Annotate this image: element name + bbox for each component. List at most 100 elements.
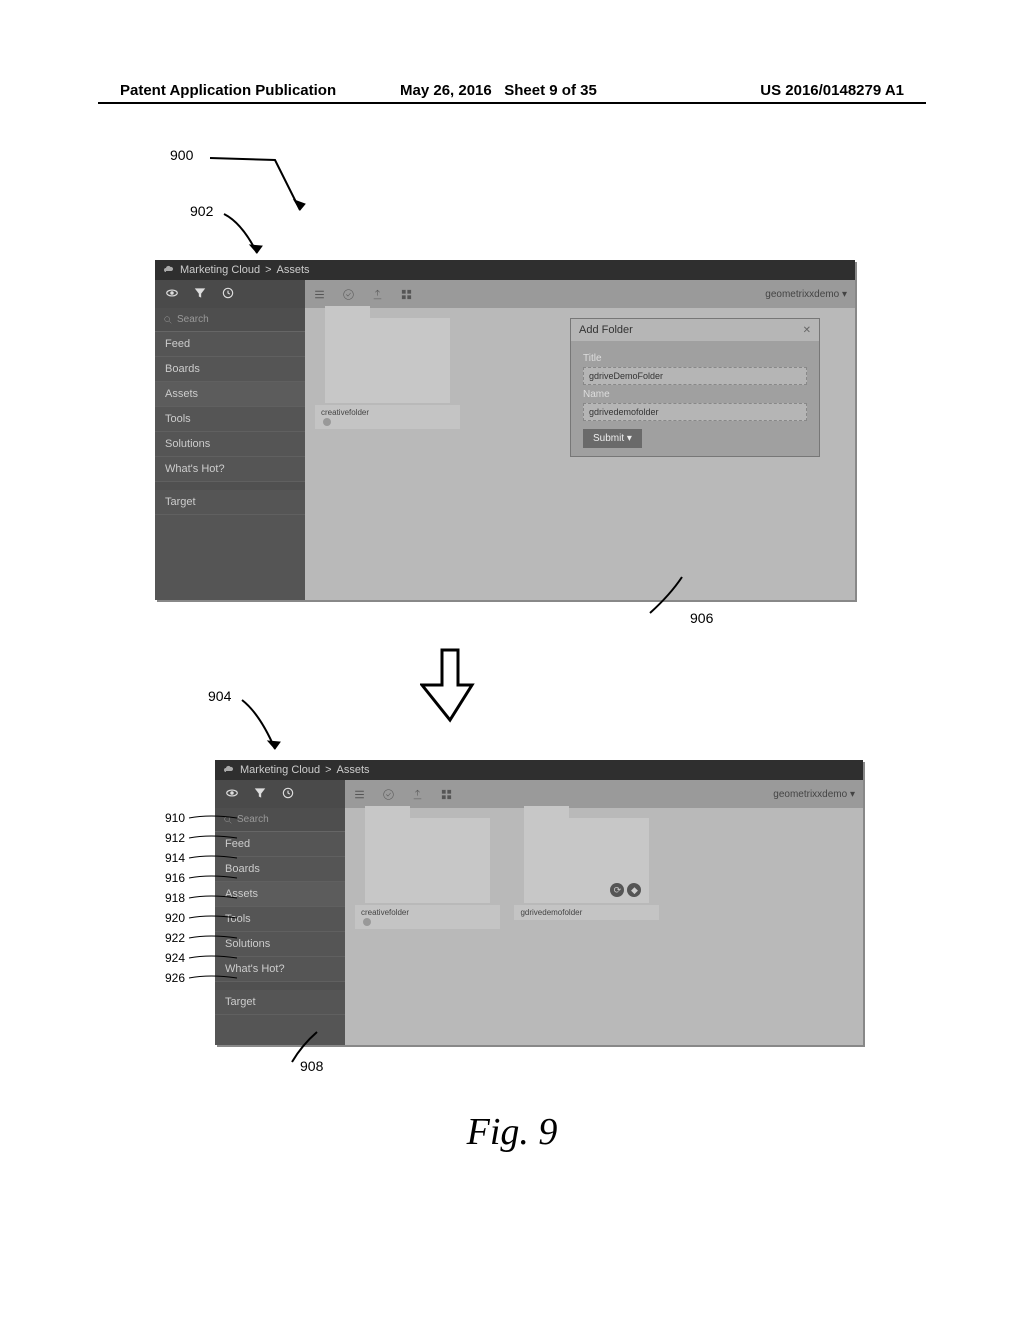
- search-icon: [163, 315, 173, 325]
- field-title-label: Title: [583, 353, 807, 364]
- dialog-body: Title Name Submit ▾: [571, 341, 819, 456]
- flow-arrow-icon: [420, 640, 480, 730]
- callout-900: 900: [170, 147, 193, 163]
- publication-label: Patent Application Publication: [120, 82, 336, 99]
- clock-icon[interactable]: [221, 286, 235, 300]
- submit-button[interactable]: Submit ▾: [583, 429, 642, 448]
- leader-904: [240, 694, 295, 759]
- content-area: creativefolder ⟳ ◆ gdrivedemofolder: [345, 808, 863, 1045]
- folder-tile[interactable]: creativefolder: [355, 818, 500, 938]
- leader-914: [185, 852, 240, 864]
- nav-target[interactable]: Target: [155, 490, 305, 515]
- breadcrumb-leaf[interactable]: Assets: [337, 764, 370, 776]
- row-callouts: 910 912 914 916 918 920 922 924 926: [155, 808, 240, 988]
- clock-icon[interactable]: [281, 786, 295, 800]
- nav-tools[interactable]: Tools: [155, 407, 305, 432]
- dialog-title: Add Folder: [579, 324, 633, 336]
- folder-caption: creativefolder: [315, 405, 460, 429]
- list-icon[interactable]: [313, 288, 326, 301]
- callout-912: 912: [155, 832, 185, 844]
- callout-910: 910: [155, 812, 185, 824]
- nav-assets[interactable]: Assets: [155, 382, 305, 407]
- callout-908: 908: [300, 1058, 323, 1074]
- field-name-input[interactable]: [583, 403, 807, 421]
- add-folder-dialog: Add Folder ✕ Title Name Submit ▾: [570, 318, 820, 457]
- drive-icon: ◆: [627, 883, 641, 897]
- leader-926: [185, 972, 240, 984]
- leader-918: [185, 892, 240, 904]
- callout-916: 916: [155, 872, 185, 884]
- search-row[interactable]: Search: [155, 308, 305, 332]
- window-titlebar: Marketing Cloud > Assets: [155, 260, 855, 280]
- callout-906: 906: [690, 610, 713, 626]
- leader-916: [185, 872, 240, 884]
- cloud-icon: [223, 764, 235, 776]
- main-toolbar: geometrixxdemo ▾: [305, 280, 855, 308]
- figure-caption: Fig. 9: [0, 1110, 1024, 1154]
- check-icon[interactable]: [382, 788, 395, 801]
- upload-icon[interactable]: [371, 288, 384, 301]
- leader-912: [185, 832, 240, 844]
- callout-902: 902: [190, 203, 213, 219]
- callout-918: 918: [155, 892, 185, 904]
- callout-914: 914: [155, 852, 185, 864]
- content-area: creativefolder Add Folder ✕ Title Name S…: [305, 308, 855, 600]
- screenshot-904: Marketing Cloud > Assets geometrixxdemo …: [215, 760, 863, 1045]
- breadcrumb-root[interactable]: Marketing Cloud: [240, 764, 320, 776]
- callout-926: 926: [155, 972, 185, 984]
- header-rule: [98, 102, 926, 104]
- breadcrumb-root[interactable]: Marketing Cloud: [180, 264, 260, 276]
- body-row: Search Feed Boards Assets Tools Solution…: [155, 308, 855, 600]
- filter-icon[interactable]: [253, 786, 267, 800]
- folder-caption: creativefolder: [355, 905, 500, 929]
- nav-boards[interactable]: Boards: [155, 357, 305, 382]
- sidebar-header: [215, 780, 345, 808]
- filter-icon[interactable]: [193, 286, 207, 300]
- list-icon[interactable]: [353, 788, 366, 801]
- search-placeholder: Search: [237, 814, 269, 825]
- nav-whatshot[interactable]: What's Hot?: [155, 457, 305, 482]
- eye-icon[interactable]: [165, 286, 179, 300]
- user-menu[interactable]: geometrixxdemo ▾: [765, 289, 847, 300]
- nav-feed[interactable]: Feed: [155, 332, 305, 357]
- leader-922: [185, 932, 240, 944]
- sync-icon: ⟳: [610, 883, 624, 897]
- breadcrumb-sep: >: [265, 264, 271, 276]
- close-icon[interactable]: ✕: [803, 325, 811, 336]
- toolbar-row: geometrixxdemo ▾: [155, 280, 855, 308]
- folder-tile[interactable]: ⟳ ◆ gdrivedemofolder: [514, 818, 659, 938]
- grid-icon[interactable]: [400, 288, 413, 301]
- screenshot-902: Marketing Cloud > Assets geometrixxdemo …: [155, 260, 855, 600]
- check-icon[interactable]: [342, 288, 355, 301]
- user-menu[interactable]: geometrixxdemo ▾: [773, 789, 855, 800]
- leader-920: [185, 912, 240, 924]
- search-placeholder: Search: [177, 314, 209, 325]
- callout-920: 920: [155, 912, 185, 924]
- page-header: Patent Application Publication May 26, 2…: [120, 82, 904, 99]
- folder-icon: ⟳ ◆: [524, 818, 649, 903]
- callout-922: 922: [155, 932, 185, 944]
- folder-icon: [365, 818, 490, 903]
- leader-924: [185, 952, 240, 964]
- dialog-header: Add Folder ✕: [571, 319, 819, 341]
- folder-tile[interactable]: creativefolder: [315, 318, 460, 438]
- badge-icon: [323, 418, 331, 426]
- field-title-input[interactable]: [583, 367, 807, 385]
- field-name-label: Name: [583, 389, 807, 400]
- nav-solutions[interactable]: Solutions: [155, 432, 305, 457]
- publication-date: May 26, 2016 Sheet 9 of 35: [400, 82, 597, 99]
- upload-icon[interactable]: [411, 788, 424, 801]
- breadcrumb-sep: >: [325, 764, 331, 776]
- body-row: Search Feed Boards Assets Tools Solution…: [215, 808, 863, 1045]
- window-titlebar: Marketing Cloud > Assets: [215, 760, 863, 780]
- folder-icon: [325, 318, 450, 403]
- main-toolbar: geometrixxdemo ▾: [345, 780, 863, 808]
- leader-902: [222, 208, 282, 263]
- badge-icon: [363, 918, 371, 926]
- grid-icon[interactable]: [440, 788, 453, 801]
- eye-icon[interactable]: [225, 786, 239, 800]
- toolbar-row: geometrixxdemo ▾: [215, 780, 863, 808]
- nav-target[interactable]: Target: [215, 990, 345, 1015]
- nav-sub-hot[interactable]: [155, 482, 305, 490]
- breadcrumb-leaf[interactable]: Assets: [277, 264, 310, 276]
